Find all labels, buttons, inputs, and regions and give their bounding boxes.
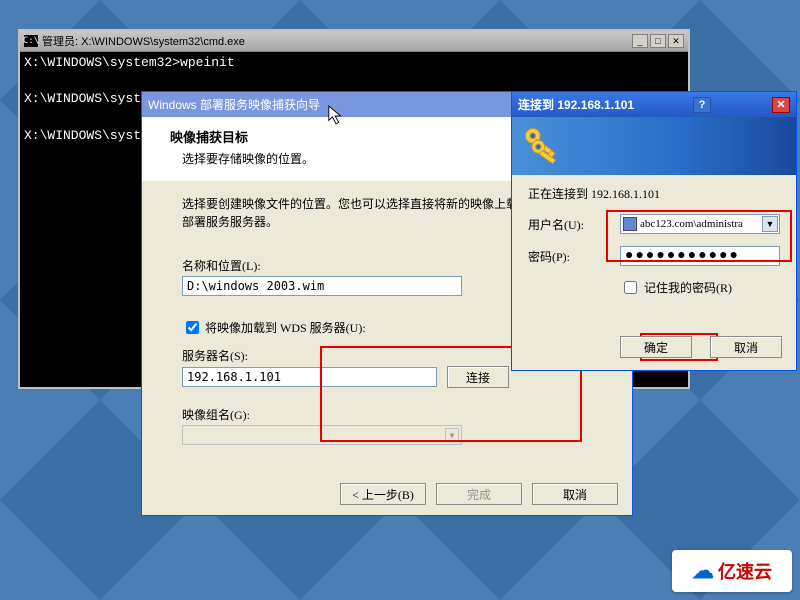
connect-title-text: 连接到 192.168.1.101 [518,96,634,113]
connect-body: 正在连接到 192.168.1.101 用户名(U): abc123.com\a… [512,175,796,305]
name-location-input[interactable] [182,276,462,296]
cancel-button[interactable]: 取消 [710,336,782,358]
cmd-line: X:\WINDOWS\system32>wpeinit [24,55,235,70]
cancel-button[interactable]: 取消 [532,483,618,505]
keys-icon [520,123,564,167]
watermark-text: 亿速云 [718,558,772,584]
chevron-down-icon: ▼ [445,428,459,442]
maximize-button[interactable]: □ [650,34,666,48]
password-label: 密码(P): [528,248,620,265]
username-value: abc123.com\administra [640,218,743,230]
connect-button[interactable]: 连接 [447,366,509,388]
connecting-text: 正在连接到 192.168.1.101 [528,185,780,202]
username-label: 用户名(U): [528,216,620,233]
user-icon [623,217,637,231]
connect-banner [512,117,796,175]
image-group-dropdown: ▼ [182,425,462,445]
image-group-label: 映像组名(G): [182,406,608,423]
password-input[interactable]: ●●●●●●●●●●● [620,246,780,266]
cmd-title-text: 管理员: X:\WINDOWS\system32\cmd.exe [42,33,245,49]
close-button[interactable]: ✕ [668,34,684,48]
help-button[interactable]: ? [693,97,711,113]
minimize-button[interactable]: _ [632,34,648,48]
upload-checkbox-label: 将映像加载到 WDS 服务器(U): [205,319,366,336]
upload-to-wds-checkbox[interactable] [186,321,199,334]
remember-password-checkbox[interactable] [624,281,637,294]
server-name-input[interactable] [182,367,437,387]
remember-password-label: 记住我的密码(R) [644,279,732,296]
finish-button: 完成 [436,483,522,505]
cmd-line: X:\WINDOWS\syste [24,91,149,106]
connect-titlebar[interactable]: 连接到 192.168.1.101 ? ✕ [512,92,796,117]
close-button[interactable]: ✕ [772,97,790,113]
cloud-icon: ☁ [692,558,714,584]
watermark: ☁ 亿速云 [672,550,792,592]
ok-button[interactable]: 确定 [620,336,692,358]
connect-dialog: 连接到 192.168.1.101 ? ✕ 正在连接到 192.168.1.10… [511,91,797,371]
cmd-titlebar[interactable]: C:\ 管理员: X:\WINDOWS\system32\cmd.exe _ □… [20,31,688,52]
username-combo[interactable]: abc123.com\administra ▼ [620,214,780,234]
back-button[interactable]: < 上一步(B) [340,483,426,505]
cmd-icon: C:\ [24,35,38,47]
chevron-down-icon[interactable]: ▼ [762,216,778,232]
cmd-line: X:\WINDOWS\syste [24,128,149,143]
